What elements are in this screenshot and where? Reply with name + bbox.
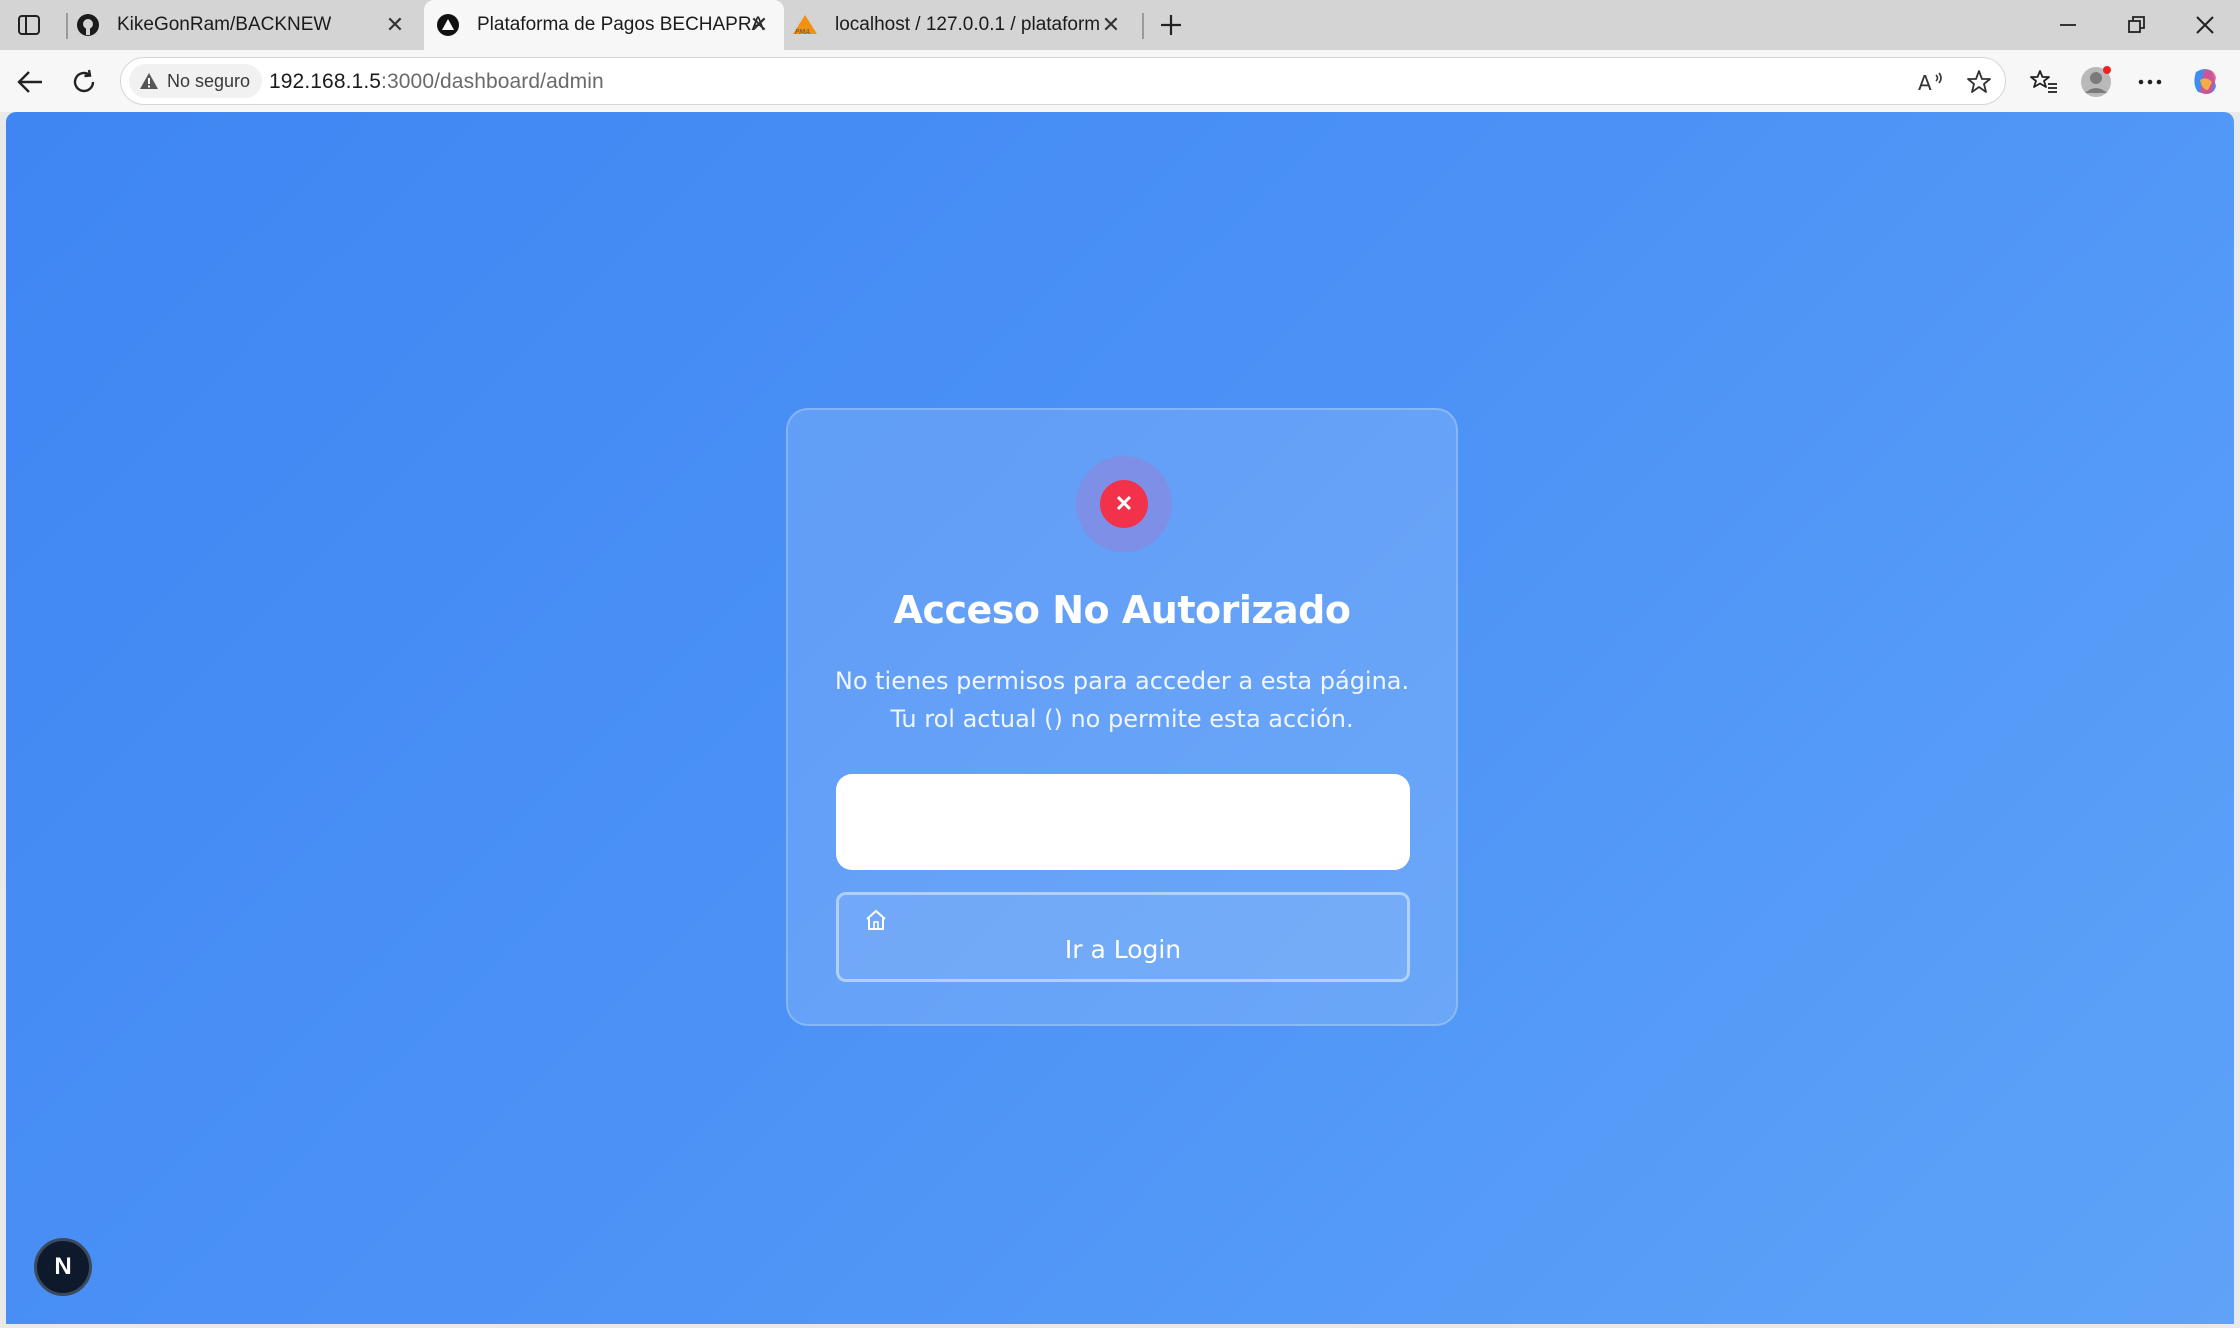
close-tab-icon[interactable]: ✕: [382, 12, 408, 38]
close-tab-icon[interactable]: ✕: [1098, 12, 1124, 38]
error-message: No tienes permisos para acceder a esta p…: [788, 662, 1456, 738]
sidebar-toggle-icon[interactable]: [14, 10, 44, 40]
phpmyadmin-icon: PMA: [792, 13, 818, 37]
tab-title: Plataforma de Pagos BECHAPRA: [477, 14, 765, 35]
message-line-2: Tu rol actual () no permite esta acción.: [890, 705, 1354, 733]
error-icon-halo: ✕: [1076, 456, 1172, 552]
unauthorized-card: ✕ Acceso No Autorizado No tienes permiso…: [786, 408, 1458, 1026]
browser-toolbar: No seguro 192.168.1.5:3000/dashboard/adm…: [0, 50, 2240, 112]
favorites-list-icon[interactable]: [2026, 64, 2062, 100]
url-path: :3000/dashboard/admin: [381, 70, 604, 93]
tab-plataforma[interactable]: Plataforma de Pagos BECHAPRA ✕: [424, 0, 784, 50]
close-window-icon[interactable]: [2170, 0, 2240, 50]
minimize-icon[interactable]: [2033, 0, 2103, 50]
warning-triangle-icon: [140, 73, 158, 89]
tab-separator: [66, 13, 68, 39]
address-bar[interactable]: No seguro 192.168.1.5:3000/dashboard/adm…: [120, 57, 2006, 105]
restore-icon[interactable]: [2102, 0, 2172, 50]
security-label: No seguro: [167, 70, 251, 91]
copilot-icon[interactable]: [2188, 64, 2224, 100]
primary-action-button[interactable]: [836, 774, 1410, 870]
svg-text:PMA: PMA: [795, 28, 810, 36]
url-host: 192.168.1.5: [269, 70, 382, 93]
page-title: Acceso No Autorizado: [893, 588, 1351, 632]
login-button-label: Ir a Login: [1064, 935, 1182, 964]
security-chip[interactable]: No seguro: [129, 64, 263, 98]
page-viewport: ✕ Acceso No Autorizado No tienes permiso…: [6, 112, 2234, 1324]
home-icon: [863, 907, 889, 933]
favorite-star-icon[interactable]: [1963, 66, 1995, 98]
tab-github[interactable]: KikeGonRam/BACKNEW ✕: [76, 0, 420, 50]
tab-phpmyadmin[interactable]: PMA localhost / 127.0.0.1 / plataforma ✕: [792, 0, 1136, 50]
tab-strip: KikeGonRam/BACKNEW ✕ Plataforma de Pagos…: [0, 0, 2240, 50]
new-tab-plus-icon[interactable]: [1155, 9, 1187, 41]
go-to-login-button[interactable]: Ir a Login: [836, 892, 1410, 982]
tab-separator: [1142, 13, 1144, 39]
github-icon: [76, 13, 100, 37]
reload-icon[interactable]: [66, 64, 102, 100]
url-text[interactable]: 192.168.1.5:3000/dashboard/admin: [269, 70, 604, 94]
vercel-triangle-icon: [436, 13, 460, 37]
svg-text:A: A: [1918, 71, 1932, 94]
message-line-1: No tienes permisos para acceder a esta p…: [834, 667, 1410, 695]
profile-avatar-icon[interactable]: [2078, 64, 2114, 100]
more-options-icon[interactable]: [2132, 64, 2168, 100]
x-icon: ✕: [1100, 480, 1148, 528]
close-tab-icon[interactable]: ✕: [746, 12, 772, 38]
read-aloud-icon[interactable]: A: [1915, 66, 1947, 98]
tab-title: KikeGonRam/BACKNEW: [117, 14, 332, 35]
back-arrow-icon[interactable]: [12, 64, 48, 100]
nextjs-dev-badge[interactable]: N: [34, 1238, 92, 1296]
tab-title: localhost / 127.0.0.1 / plataforma: [835, 14, 1100, 35]
